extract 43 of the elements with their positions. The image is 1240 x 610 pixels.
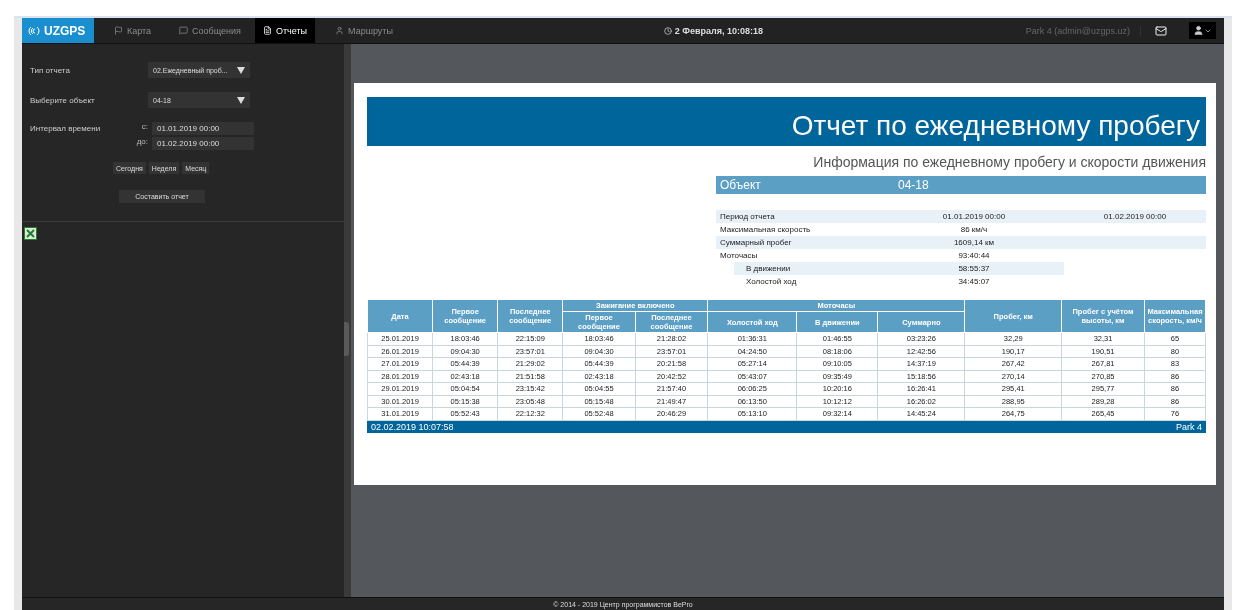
summary-value: 34:45:07 xyxy=(957,277,991,286)
field-label: Тип отчета xyxy=(30,65,71,75)
summary-value: 93:40:44 xyxy=(957,251,991,260)
summary-value: 01.02.2019 00:00 xyxy=(1102,212,1168,221)
user-icon xyxy=(1193,25,1204,36)
date-from-field[interactable]: 01.01.2019 00:00 xyxy=(152,122,254,135)
date-to-field[interactable]: 01.02.2019 00:00 xyxy=(152,137,254,150)
object-value: 04-18 xyxy=(898,178,929,192)
logo[interactable]: UZGPS xyxy=(22,18,94,43)
mail-icon xyxy=(1155,24,1167,37)
excel-icon[interactable] xyxy=(24,227,37,240)
nav-tab[interactable]: Маршруты xyxy=(327,18,401,43)
summary-label: Холостой ход xyxy=(745,277,798,286)
user-menu-button[interactable] xyxy=(1189,22,1216,39)
nav-tab[interactable]: Карта xyxy=(106,18,160,43)
clock-time: 2 Февраля, 10:08:18 xyxy=(674,25,763,36)
field-label: Выберите объект xyxy=(30,95,96,105)
document-icon xyxy=(262,26,272,35)
summary-label: Моточасы xyxy=(719,251,759,260)
summary-label: В движении xyxy=(745,264,792,273)
summary-value: 01.01.2019 00:00 xyxy=(941,212,1007,221)
summary-label: Период отчета xyxy=(719,212,776,221)
account-name: Park 4 xyxy=(1176,421,1202,432)
person-icon xyxy=(335,26,345,35)
generated-time: 02.02.2019 10:07:58 xyxy=(371,421,454,432)
field-label: до: xyxy=(135,137,148,148)
signal-logo-icon xyxy=(28,24,40,37)
report-title: Отчет по ежедневному пробегу xyxy=(791,110,1200,142)
summary-label: Максимальная скорость xyxy=(719,225,812,234)
summary-value: 58:55:37 xyxy=(957,264,991,273)
flag-icon xyxy=(114,26,123,35)
summary-label: Суммарный пробег xyxy=(719,238,793,247)
object-label: Объект xyxy=(720,178,761,192)
report-subtitle: Информация по ежедневному пробегу и скорости движения xyxy=(812,154,1206,170)
clock-icon xyxy=(663,26,672,35)
nav-tab[interactable]: Сообщения xyxy=(171,18,249,43)
summary-value: 86 км/ч xyxy=(959,225,989,234)
collapse-handle[interactable] xyxy=(344,321,350,356)
chat-icon xyxy=(179,26,189,35)
field-label: с: xyxy=(140,122,148,133)
field-label: Интервал времени xyxy=(30,124,102,133)
summary-value: 1609,14 км xyxy=(952,238,996,247)
nav-tab[interactable]: Отчеты xyxy=(254,18,316,43)
